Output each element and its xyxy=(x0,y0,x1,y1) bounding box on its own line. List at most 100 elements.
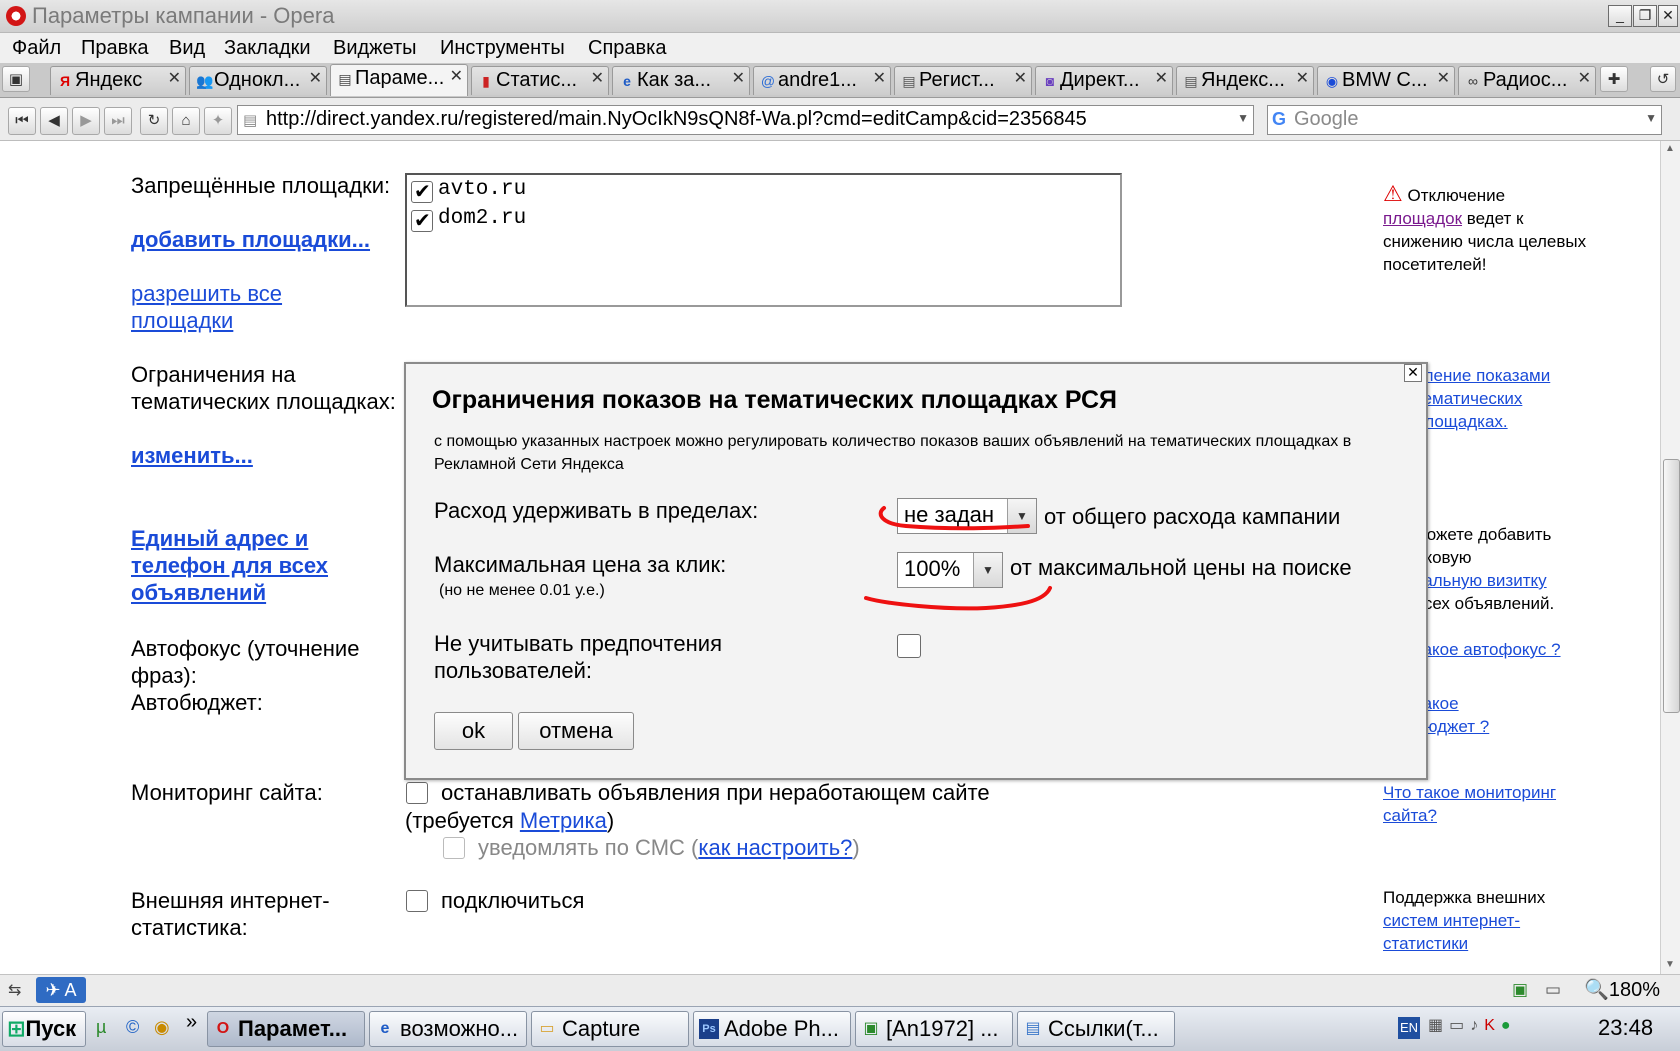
allow-all-sites-link[interactable]: разрешить все площадки xyxy=(131,280,321,334)
tab-how-to[interactable]: e Как за... ✕ xyxy=(612,66,750,95)
cancel-button[interactable]: отмена xyxy=(518,712,634,750)
vertical-scrollbar[interactable]: ▲ ▼ xyxy=(1660,141,1680,974)
tab-registration[interactable]: ▤ Регист... ✕ xyxy=(894,66,1032,95)
tab-close-icon[interactable]: ✕ xyxy=(1014,68,1027,88)
search-field[interactable]: G Google ▼ xyxy=(1267,105,1662,135)
task-opera[interactable]: O Парамет... xyxy=(207,1011,365,1047)
tray-antivirus-icon[interactable]: K xyxy=(1484,1017,1501,1034)
close-icon[interactable]: ✕ xyxy=(1658,5,1678,27)
tab-odnoklassniki[interactable]: 👥 Однокл... ✕ xyxy=(189,66,327,95)
opera-unite-icon[interactable]: ▣ xyxy=(1512,980,1528,1000)
forward-icon[interactable]: ▶ xyxy=(72,107,100,135)
task-capture[interactable]: ▭ Capture xyxy=(531,1011,689,1047)
menu-view[interactable]: Вид xyxy=(169,37,205,60)
address-url[interactable]: http://direct.yandex.ru/registered/main.… xyxy=(266,108,1087,131)
tab-close-icon[interactable]: ✕ xyxy=(732,68,745,88)
dropdown-icon[interactable]: ▼ xyxy=(1645,111,1657,125)
external-stats-checkbox[interactable] xyxy=(406,890,428,912)
start-button[interactable]: ⊞Пуск xyxy=(2,1011,86,1047)
view-mode-icon[interactable]: ✈ A xyxy=(36,977,86,1003)
vcard-link[interactable]: Единый адрес и телефон для всех объявлен… xyxy=(131,525,371,606)
menu-edit[interactable]: Правка xyxy=(81,37,149,60)
panels-icon[interactable]: ⇆ xyxy=(8,980,21,1000)
tab-close-icon[interactable]: ✕ xyxy=(1437,68,1450,88)
task-chat[interactable]: ▣ [An1972] ... xyxy=(855,1011,1013,1047)
scroll-down-icon[interactable]: ▼ xyxy=(1665,959,1675,970)
fast-forward-icon[interactable]: ⏭ xyxy=(104,107,132,135)
ok-button[interactable]: ok xyxy=(434,712,513,750)
monitoring-help-link[interactable]: Что такое мониторинг сайта? xyxy=(1383,781,1588,827)
wand-icon[interactable]: ✦ xyxy=(204,107,232,135)
tray-status-icon[interactable]: ● xyxy=(1501,1017,1517,1034)
menu-file[interactable]: Файл xyxy=(12,37,61,60)
dialog-close-icon[interactable]: ✕ xyxy=(1404,364,1422,382)
scroll-thumb[interactable] xyxy=(1663,459,1680,713)
home-icon[interactable]: ⌂ xyxy=(172,107,200,135)
language-indicator[interactable]: EN xyxy=(1398,1017,1420,1039)
tray-volume-icon[interactable]: ♪ xyxy=(1470,1017,1484,1034)
new-tab-icon[interactable]: ✚ xyxy=(1600,66,1628,92)
how-setup-link[interactable]: как настроить? xyxy=(698,835,852,860)
images-icon[interactable]: ▭ xyxy=(1545,980,1561,1000)
tab-mail[interactable]: @ andre1... ✕ xyxy=(753,66,891,95)
quicklaunch-more-icon[interactable]: » xyxy=(186,1011,197,1034)
menu-widgets[interactable]: Виджеты xyxy=(333,37,417,60)
yandex-icon: Я xyxy=(59,73,71,89)
metrika-link[interactable]: Метрика xyxy=(520,808,607,833)
quicklaunch-browser-icon[interactable]: © xyxy=(126,1017,139,1038)
tab-close-icon[interactable]: ✕ xyxy=(1578,68,1591,88)
menu-help[interactable]: Справка xyxy=(588,37,666,60)
task-ie[interactable]: e возможно... xyxy=(369,1011,527,1047)
tray-icons[interactable]: ▦▭♪K● xyxy=(1428,1015,1517,1035)
panel-toggle-icon[interactable]: ▣ xyxy=(2,66,30,92)
dropdown-icon[interactable]: ▼ xyxy=(1237,111,1249,125)
tab-close-icon[interactable]: ✕ xyxy=(591,68,604,88)
change-limits-link[interactable]: изменить... xyxy=(131,442,253,469)
scroll-up-icon[interactable]: ▲ xyxy=(1665,143,1675,154)
tray-network-icon[interactable]: ▦ xyxy=(1428,1017,1449,1034)
ignore-preferences-checkbox[interactable] xyxy=(897,634,921,658)
sites-link[interactable]: площадок xyxy=(1383,209,1462,228)
menu-bookmarks[interactable]: Закладки xyxy=(224,37,311,60)
tab-direct[interactable]: ◙ Директ... ✕ xyxy=(1035,66,1173,95)
dialog-title: Ограничения показов на тематических площ… xyxy=(432,386,1118,414)
minimize-icon[interactable]: _ xyxy=(1608,5,1632,27)
quicklaunch-utorrent-icon[interactable]: µ xyxy=(96,1017,106,1038)
trash-icon[interactable]: ↺ xyxy=(1650,66,1676,92)
site-checkbox[interactable]: ✔ xyxy=(411,181,433,203)
tab-close-icon[interactable]: ✕ xyxy=(309,68,322,88)
autofocus-help-link[interactable]: такое автофокус ? xyxy=(1415,638,1561,661)
limits-help-link[interactable]: вление показами тематических площадках. xyxy=(1415,364,1595,433)
sites-list[interactable]: ✔ avto.ru ✔ dom2.ru xyxy=(405,173,1122,307)
opera-icon: O xyxy=(216,1020,230,1037)
add-sites-link[interactable]: добавить площадки... xyxy=(131,226,370,253)
address-bar[interactable]: ▤ http://direct.yandex.ru/registered/mai… xyxy=(237,105,1254,135)
site-checkbox[interactable]: ✔ xyxy=(411,210,433,232)
back-icon[interactable]: ◀ xyxy=(40,107,68,135)
task-photoshop[interactable]: Ps Adobe Ph... xyxy=(693,1011,851,1047)
tab-close-icon[interactable]: ✕ xyxy=(450,66,463,86)
status-bar: ⇆ ✈ A ▣ ▭ 🔍180% xyxy=(0,974,1680,1007)
sms-checkbox[interactable] xyxy=(443,837,465,859)
external-stats-help-link[interactable]: систем интернет-статистики xyxy=(1383,911,1520,953)
vcard-help-link[interactable]: уальную визитку xyxy=(1415,571,1547,590)
tab-yandex[interactable]: Я Яндекс ✕ xyxy=(50,66,186,95)
menu-tools[interactable]: Инструменты xyxy=(440,37,565,60)
tab-close-icon[interactable]: ✕ xyxy=(1296,68,1309,88)
tray-monitor-icon[interactable]: ▭ xyxy=(1449,1017,1470,1034)
tab-campaign-params[interactable]: ▤ Параме... ✕ xyxy=(330,64,468,96)
tab-yandex-2[interactable]: ▤ Яндекс... ✕ xyxy=(1176,66,1314,95)
task-notepad[interactable]: ▤ Ссылки(т... xyxy=(1017,1011,1175,1047)
reload-icon[interactable]: ↻ xyxy=(140,107,168,135)
quicklaunch-app-icon[interactable]: ◉ xyxy=(154,1017,170,1038)
maximize-icon[interactable]: ❐ xyxy=(1633,5,1657,27)
tab-close-icon[interactable]: ✕ xyxy=(873,68,886,88)
tab-close-icon[interactable]: ✕ xyxy=(1155,68,1168,88)
tab-radio[interactable]: ∞ Радиос... ✕ xyxy=(1458,66,1596,95)
rewind-icon[interactable]: ⏮ xyxy=(8,107,36,135)
tab-close-icon[interactable]: ✕ xyxy=(168,68,181,88)
tab-bmw[interactable]: ◉ BMW C... ✕ xyxy=(1317,66,1455,95)
zoom-level[interactable]: 🔍180% xyxy=(1584,977,1660,1002)
tab-statistics[interactable]: ▮ Статис... ✕ xyxy=(471,66,609,95)
monitoring-checkbox[interactable] xyxy=(406,782,428,804)
